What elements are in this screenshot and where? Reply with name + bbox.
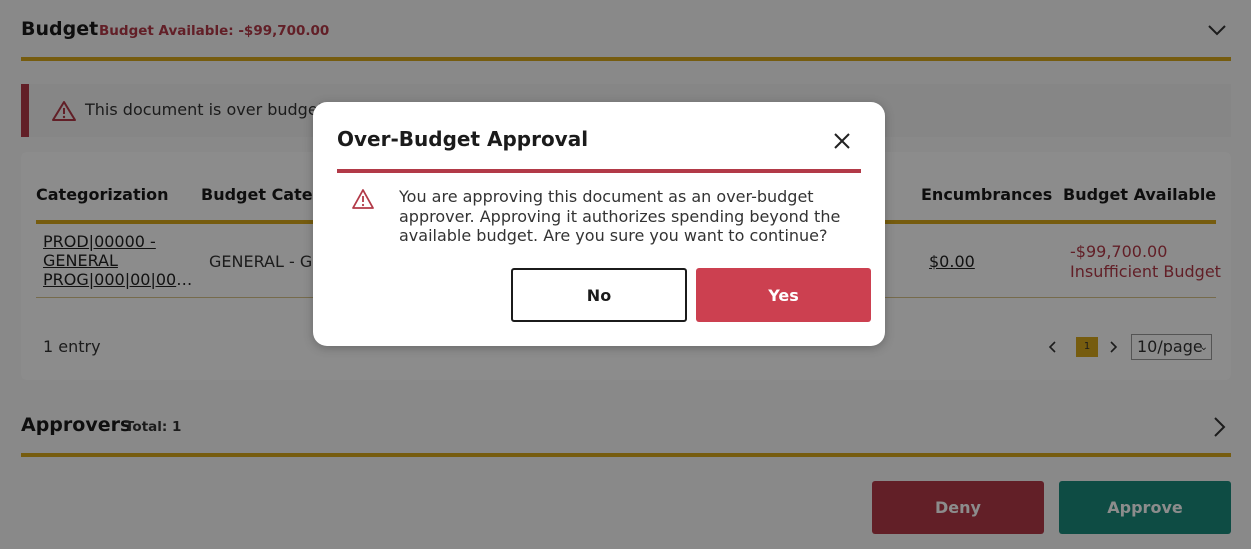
dialog-title: Over-Budget Approval — [337, 127, 589, 151]
dialog-divider — [337, 169, 861, 173]
dialog-message: You are approving this document as an ov… — [399, 187, 841, 245]
close-icon[interactable] — [831, 130, 853, 152]
yes-button[interactable]: Yes — [696, 268, 871, 322]
warning-icon — [352, 189, 374, 209]
no-button[interactable]: No — [511, 268, 687, 322]
over-budget-approval-dialog: Over-Budget Approval You are approving t… — [313, 102, 885, 346]
